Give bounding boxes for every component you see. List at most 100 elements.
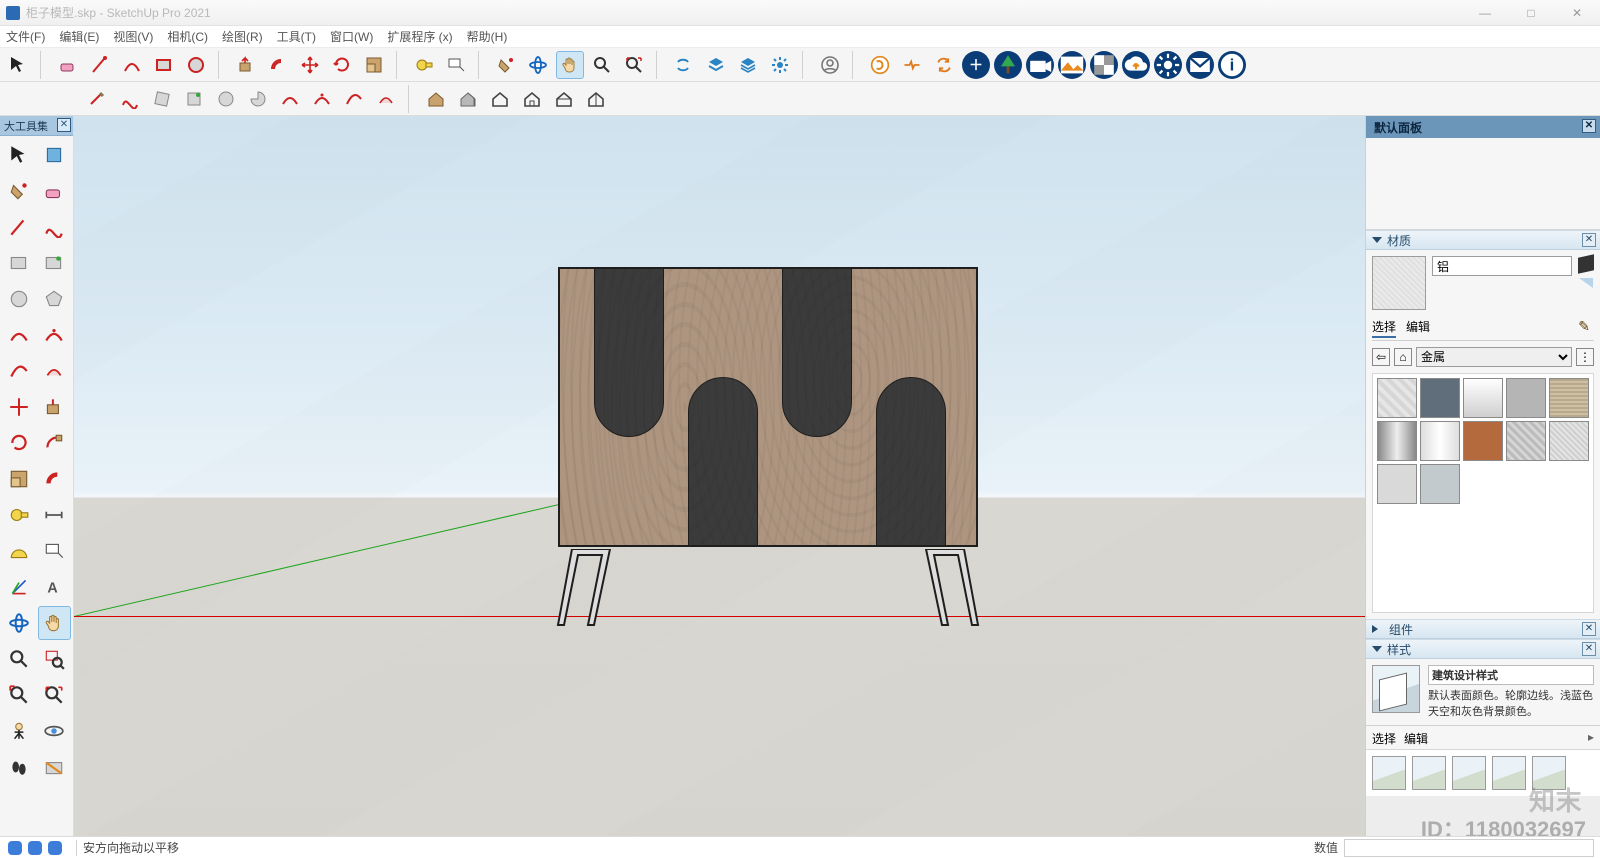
enscape-live-icon[interactable] <box>898 51 926 79</box>
select-tool[interactable] <box>4 51 32 79</box>
offset-tool[interactable] <box>264 51 292 79</box>
paint-tool[interactable] <box>492 51 520 79</box>
lt-section[interactable] <box>38 750 72 784</box>
lt-text[interactable] <box>38 534 72 568</box>
material-swatch[interactable] <box>1420 464 1460 504</box>
freehand-tool[interactable] <box>84 85 112 113</box>
menu-ext[interactable]: 扩展程序 (x) <box>387 28 452 45</box>
lt-pushpull[interactable] <box>38 390 72 424</box>
tape-tool[interactable] <box>410 51 438 79</box>
arc-pie-tool[interactable] <box>340 85 368 113</box>
style-preset[interactable] <box>1492 756 1526 790</box>
plugin-mail-icon[interactable] <box>1186 51 1214 79</box>
style-name-field[interactable]: 建筑设计样式 <box>1428 665 1594 685</box>
lt-orbit[interactable] <box>2 606 36 640</box>
lt-rotate[interactable] <box>2 426 36 460</box>
menu-edit[interactable]: 编辑(E) <box>59 28 99 45</box>
pushpull-tool[interactable] <box>232 51 260 79</box>
lt-dimension[interactable] <box>38 498 72 532</box>
lt-make-component[interactable] <box>38 138 72 172</box>
lt-line[interactable] <box>2 210 36 244</box>
components-section-header[interactable]: 组件 ✕ <box>1366 619 1600 639</box>
material-home-icon[interactable]: ⌂ <box>1394 348 1412 366</box>
plugin-stack-icon[interactable] <box>734 51 762 79</box>
lt-rect[interactable] <box>2 246 36 280</box>
lt-look-around[interactable] <box>38 714 72 748</box>
lt-axes[interactable] <box>2 570 36 604</box>
material-category-select[interactable]: 金属 <box>1416 347 1572 367</box>
move-tool[interactable] <box>296 51 324 79</box>
open-arc-tool[interactable] <box>372 85 400 113</box>
section-close-icon[interactable]: ✕ <box>1582 233 1596 247</box>
styles-menu-icon[interactable]: ▸ <box>1588 730 1594 744</box>
menu-window[interactable]: 窗口(W) <box>330 28 373 45</box>
lt-3ptarc[interactable] <box>2 354 36 388</box>
rotated-rect-tool[interactable] <box>180 85 208 113</box>
material-swatch[interactable] <box>1420 421 1460 461</box>
eyedropper-icon[interactable]: ✎ <box>1578 318 1590 335</box>
house-outline-3-icon[interactable] <box>550 85 578 113</box>
house-outline-4-icon[interactable] <box>582 85 610 113</box>
material-swatch[interactable] <box>1377 421 1417 461</box>
cabinet-model[interactable] <box>558 267 978 627</box>
status-indicator-icon[interactable] <box>28 841 42 855</box>
styles-section-header[interactable]: 样式 ✕ <box>1366 639 1600 659</box>
plugin-layers-icon[interactable] <box>702 51 730 79</box>
style-preset[interactable] <box>1412 756 1446 790</box>
rotate-tool[interactable] <box>328 51 356 79</box>
enscape-sync-icon[interactable] <box>930 51 958 79</box>
lt-zoom-extents[interactable] <box>38 678 72 712</box>
lt-offset[interactable] <box>38 462 72 496</box>
text-tool[interactable] <box>442 51 470 79</box>
eraser-tool[interactable] <box>54 51 82 79</box>
house-outline-1-icon[interactable] <box>486 85 514 113</box>
pie-tool[interactable] <box>244 85 272 113</box>
3pt-arc-tool[interactable] <box>308 85 336 113</box>
lt-walk[interactable] <box>2 750 36 784</box>
material-swatch[interactable] <box>1506 421 1546 461</box>
lt-circle[interactable] <box>2 282 36 316</box>
lt-rotrect[interactable] <box>38 246 72 280</box>
material-name-input[interactable] <box>1432 256 1572 276</box>
section-close-icon[interactable]: ✕ <box>1582 642 1596 656</box>
menu-camera[interactable]: 相机(C) <box>167 28 208 45</box>
circle-tool[interactable] <box>182 51 210 79</box>
2pt-arc-tool[interactable] <box>276 85 304 113</box>
arc-tool[interactable] <box>118 51 146 79</box>
panel-close-icon[interactable]: ✕ <box>57 118 71 132</box>
close-button[interactable]: ✕ <box>1554 0 1600 25</box>
zoom-tool[interactable] <box>588 51 616 79</box>
section-close-icon[interactable]: ✕ <box>1582 622 1596 636</box>
material-menu-icon[interactable]: ⋮ <box>1576 348 1594 366</box>
plugin-checker-icon[interactable] <box>1090 51 1118 79</box>
material-back-icon[interactable]: ⇦ <box>1372 348 1390 366</box>
plugin-camera-icon[interactable] <box>1026 51 1054 79</box>
status-indicator-icon[interactable] <box>8 841 22 855</box>
menu-draw[interactable]: 绘图(R) <box>222 28 263 45</box>
zoom-extents-tool[interactable] <box>620 51 648 79</box>
material-swatch[interactable] <box>1506 378 1546 418</box>
style-preset[interactable] <box>1452 756 1486 790</box>
plugin-landscape-icon[interactable] <box>1058 51 1086 79</box>
default-material-icon[interactable] <box>1579 278 1593 288</box>
plugin-info-icon[interactable]: i <box>1218 51 1246 79</box>
lt-select[interactable] <box>2 138 36 172</box>
create-material-icon[interactable] <box>1578 254 1594 273</box>
house3d-icon[interactable] <box>454 85 482 113</box>
material-swatch[interactable] <box>1549 378 1589 418</box>
large-toolset-header[interactable]: 大工具集 ✕ <box>0 116 73 136</box>
maximize-button[interactable]: □ <box>1508 0 1554 25</box>
material-swatch[interactable] <box>1420 378 1460 418</box>
style-thumbnail[interactable] <box>1372 665 1420 713</box>
menu-view[interactable]: 视图(V) <box>113 28 153 45</box>
lt-3dtext[interactable]: A <box>38 570 72 604</box>
lt-scale[interactable] <box>2 462 36 496</box>
style-preset[interactable] <box>1372 756 1406 790</box>
plugin-settings-icon[interactable] <box>1154 51 1182 79</box>
poly-tool[interactable] <box>148 85 176 113</box>
house-icon[interactable] <box>422 85 450 113</box>
lt-zoom[interactable] <box>2 642 36 676</box>
material-swatch[interactable] <box>1463 378 1503 418</box>
lt-move[interactable] <box>2 390 36 424</box>
tray-close-icon[interactable]: ✕ <box>1582 119 1596 133</box>
